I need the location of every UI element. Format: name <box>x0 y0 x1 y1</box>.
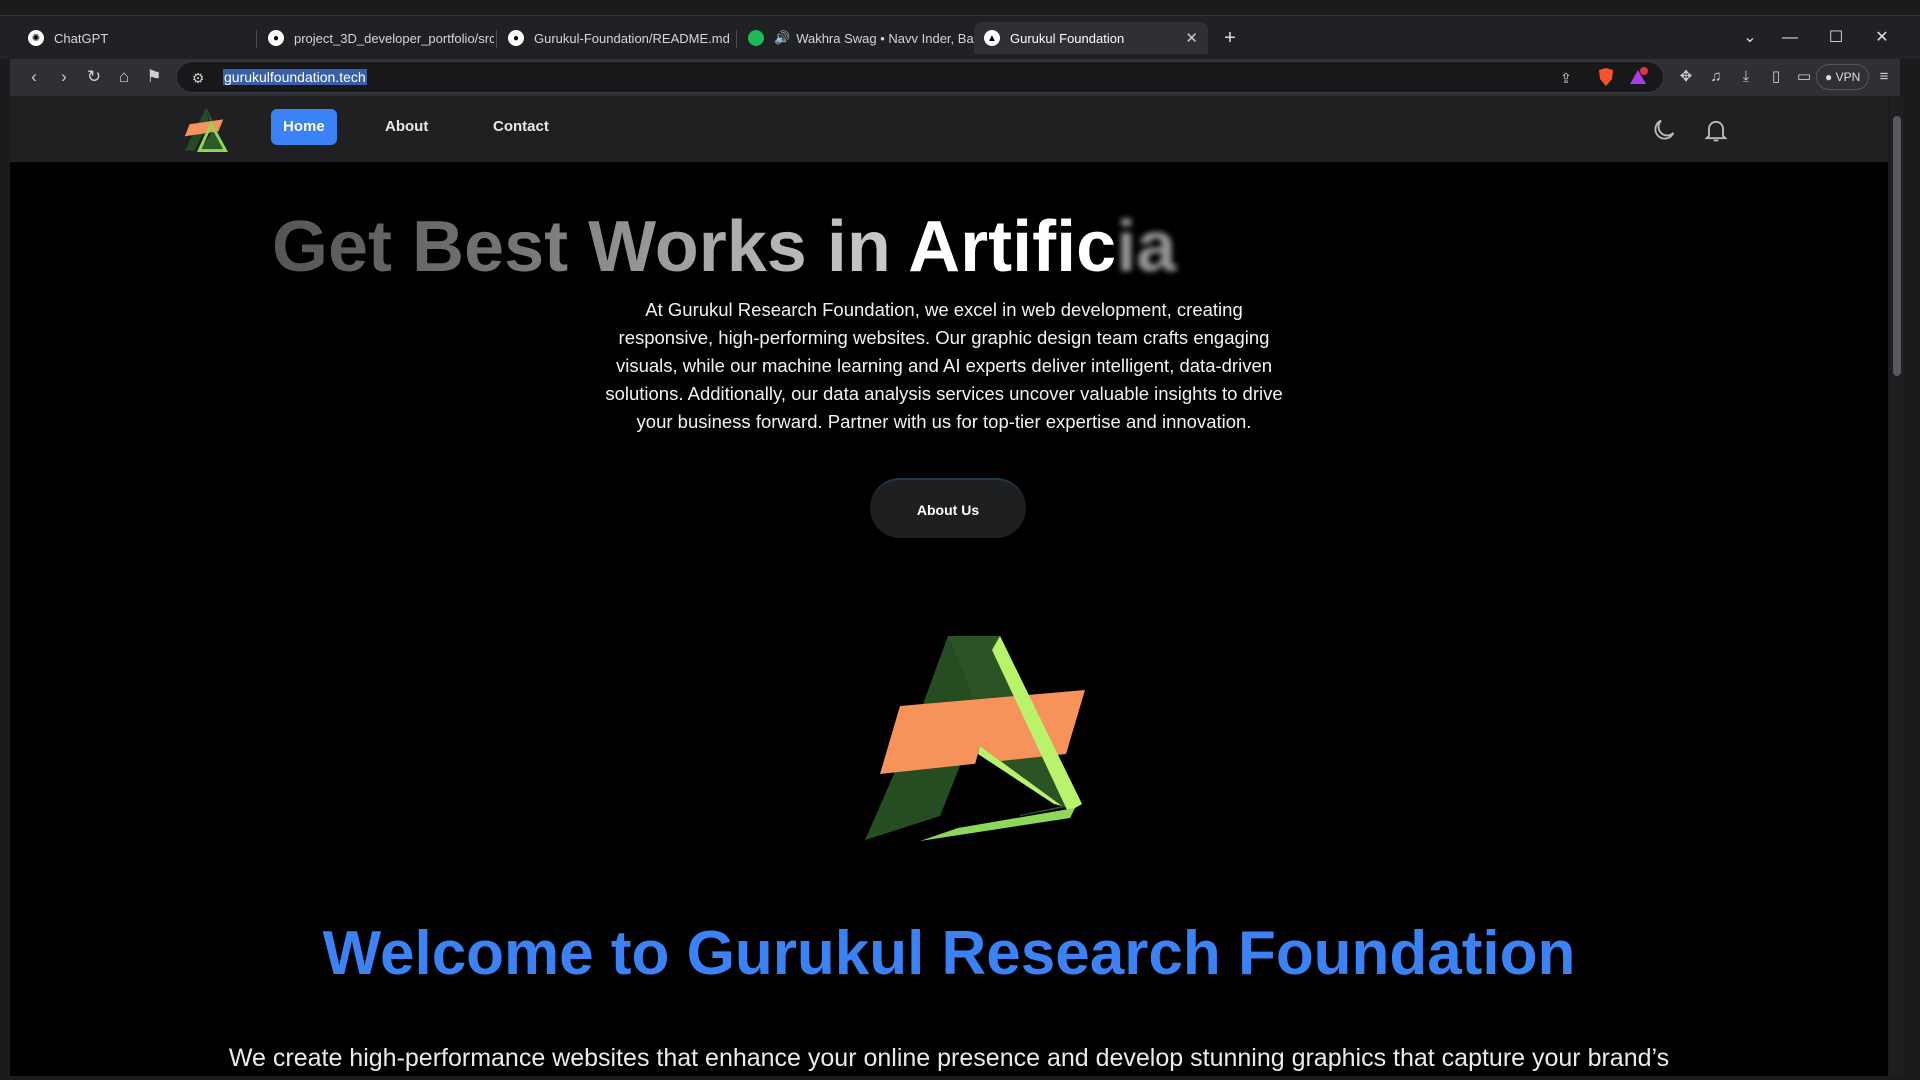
web-page: Home About Contact Get Best Works in Art… <box>10 96 1888 1076</box>
tab-label: Gurukul Foundation <box>1010 30 1125 46</box>
menu-icon[interactable]: ≡ <box>1872 65 1896 89</box>
page-scrollbar[interactable] <box>1890 96 1904 1076</box>
tab-strip: ✺ ChatGPT ● project_3D_developer_portfol… <box>0 15 1920 59</box>
tab-label: Wakhra Swag • Navv Inder, Badi <box>796 30 974 46</box>
hero-title-blur: ia <box>1116 207 1177 287</box>
tab-github-portfolio[interactable]: ● project_3D_developer_portfolio/src/ <box>258 22 494 54</box>
maximize-button[interactable]: ☐ <box>1818 24 1854 52</box>
tab-spotify[interactable]: 🔊 Wakhra Swag • Navv Inder, Badi <box>738 22 974 54</box>
sidebar-icon[interactable]: ▯ <box>1764 65 1788 89</box>
chatgpt-icon: ✺ <box>28 30 44 46</box>
tab-search-chevron-icon[interactable]: ⌄ <box>1732 24 1768 52</box>
new-tab-button[interactable]: + <box>1216 24 1244 52</box>
site-navbar: Home About Contact <box>10 96 1888 162</box>
tab-chatgpt[interactable]: ✺ ChatGPT <box>18 22 254 54</box>
bookmark-button[interactable]: ⚑ <box>142 65 166 89</box>
download-icon[interactable]: ⤓ <box>1734 65 1758 89</box>
vpn-button[interactable]: ● VPN <box>1816 64 1870 90</box>
site-info-icon[interactable]: ⚙ <box>187 67 209 89</box>
address-bar[interactable]: ⚙ gurukulfoundation.tech ⇪ <box>176 61 1664 93</box>
share-icon[interactable]: ⇪ <box>1555 67 1577 89</box>
close-window-button[interactable]: ✕ <box>1864 24 1900 52</box>
brave-rewards-icon[interactable] <box>1627 67 1649 89</box>
browser-toolbar: ‹ › ↻ ⌂ ⚑ ⚙ gurukulfoundation.tech ⇪ ✥ ♫… <box>10 59 1900 96</box>
browser-window: ✺ ChatGPT ● project_3D_developer_portfol… <box>0 0 1920 1080</box>
close-tab-icon[interactable]: ✕ <box>1175 29 1198 47</box>
gurukul-large-logo <box>865 636 1085 841</box>
bell-icon[interactable] <box>1702 116 1730 144</box>
tab-github-readme[interactable]: ● Gurukul-Foundation/README.md a <box>498 22 734 54</box>
tab-label: project_3D_developer_portfolio/src/ <box>294 30 494 46</box>
github-icon: ● <box>268 30 284 46</box>
url-text[interactable]: gurukulfoundation.tech <box>223 69 367 85</box>
tagline-text: We create high-performance websites that… <box>228 1044 1670 1072</box>
hero-title-bright: Artific <box>908 207 1117 287</box>
about-us-button[interactable]: About Us <box>870 478 1026 538</box>
nav-contact[interactable]: Contact <box>481 109 561 145</box>
hero-description: At Gurukul Research Foundation, we excel… <box>605 299 1283 432</box>
home-button[interactable]: ⌂ <box>112 65 136 89</box>
wallet-icon[interactable]: ▭ <box>1792 65 1816 89</box>
back-button[interactable]: ‹ <box>22 65 46 89</box>
brave-shields-icon[interactable] <box>1595 67 1617 89</box>
moon-icon[interactable] <box>1650 116 1678 144</box>
minimize-button[interactable]: — <box>1772 24 1808 52</box>
tab-label: ChatGPT <box>54 30 109 46</box>
extensions-icon[interactable]: ✥ <box>1674 65 1698 89</box>
forward-button[interactable]: › <box>52 65 76 89</box>
window-edge <box>1904 96 1920 1080</box>
speaker-icon: 🔊 <box>774 30 791 45</box>
welcome-heading: Welcome to Gurukul Research Foundation <box>322 919 1576 988</box>
nav-about[interactable]: About <box>373 109 440 145</box>
hero-title-faded: Get Best Works in <box>272 207 909 287</box>
site-icon: ▲ <box>984 30 1000 46</box>
spotify-icon <box>748 30 764 46</box>
github-icon: ● <box>508 30 524 46</box>
tab-label: Gurukul-Foundation/README.md a <box>534 30 734 46</box>
media-icon[interactable]: ♫ <box>1704 65 1728 89</box>
tab-gurukul-foundation[interactable]: ▲ Gurukul Foundation ✕ <box>974 22 1208 54</box>
hero-title: Get Best Works in Artificia <box>272 206 1692 306</box>
gurukul-logo-icon[interactable] <box>180 104 228 154</box>
vpn-label: VPN <box>1835 70 1861 84</box>
nav-home[interactable]: Home <box>271 109 337 145</box>
scrollbar-thumb[interactable] <box>1893 116 1901 376</box>
reload-button[interactable]: ↻ <box>82 65 106 89</box>
